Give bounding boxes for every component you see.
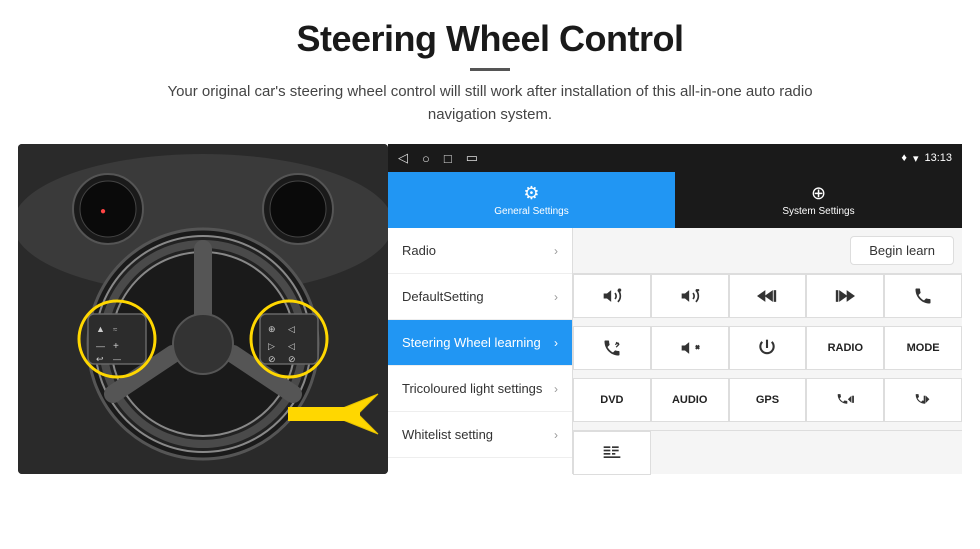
svg-text:↩: ↩ [96,354,104,364]
chevron-icon-default: › [554,290,558,304]
svg-text:—: — [113,355,121,364]
chevron-icon-tricoloured: › [554,382,558,396]
back-nav-icon[interactable]: ◁ [398,150,408,166]
menu-item-tricoloured[interactable]: Tricoloured light settings › [388,366,572,412]
location-icon: ♦ [901,152,907,164]
svg-text:◁: ◁ [288,341,295,351]
status-bar-right: ♦ ▾ 13:13 [901,152,952,165]
phone-button[interactable] [884,274,962,318]
status-time: 13:13 [924,152,952,164]
phone-next-button[interactable] [884,378,962,422]
page-wrapper: Steering Wheel Control Your original car… [0,0,980,549]
buttons-panel: Begin learn [573,228,962,474]
svg-text:—: — [96,341,105,351]
title-divider [470,68,510,71]
buttons-row-top: Begin learn [573,228,962,274]
radio-label: RADIO [828,342,863,354]
tab-system-label: System Settings [782,206,854,217]
mode-label: MODE [907,342,940,354]
audio-label: AUDIO [672,394,707,406]
last-row [573,430,962,474]
audio-button[interactable]: AUDIO [651,378,729,422]
svg-text:▲: ▲ [96,324,105,334]
wifi-icon: ▾ [913,152,919,165]
svg-text:▷: ▷ [268,341,275,351]
power-button[interactable] [729,326,807,370]
chevron-icon-steering: › [554,336,558,350]
phone-prev-button[interactable] [806,378,884,422]
menu-item-radio[interactable]: Radio › [388,228,572,274]
dvd-button[interactable]: DVD [573,378,651,422]
chevron-icon-whitelist: › [554,428,558,442]
menu-item-default-label: DefaultSetting [402,289,484,304]
menu-item-tricoloured-label: Tricoloured light settings [402,381,542,396]
gps-label: GPS [756,394,779,406]
menu-item-steering-wheel[interactable]: Steering Wheel learning › [388,320,572,366]
tab-system-settings[interactable]: ⊕ System Settings [675,172,962,228]
page-subtitle: Your original car's steering wheel contr… [150,81,830,126]
next-track-button[interactable] [806,274,884,318]
svg-text:⊕: ⊕ [268,324,276,334]
header-section: Steering Wheel Control Your original car… [0,0,980,134]
list-button[interactable] [573,431,651,475]
recents-nav-icon[interactable]: □ [444,151,452,166]
mode-button[interactable]: MODE [884,326,962,370]
mute-button[interactable] [651,326,729,370]
menu-item-radio-label: Radio [402,243,436,258]
gear-settings-icon: ⚙ [523,183,539,204]
prev-track-button[interactable] [729,274,807,318]
status-bar-left: ◁ ○ □ ▭ [398,150,478,166]
settings-menu: Radio › DefaultSetting › Steering Wheel … [388,228,573,474]
begin-learn-area: Begin learn [764,236,963,265]
svg-text:+: + [113,341,119,352]
menu-item-whitelist[interactable]: Whitelist setting › [388,412,572,458]
car-image-section: ▲ — ↩ ≈ + — ⊕ ◁ ▷ ◁ ⊘ ⊘ ● [18,144,388,474]
menu-item-default-setting[interactable]: DefaultSetting › [388,274,572,320]
svg-text:●: ● [100,206,106,217]
svg-text:≈: ≈ [113,325,118,334]
radio-button[interactable]: RADIO [806,326,884,370]
page-title: Steering Wheel Control [40,18,940,60]
screenshot-nav-icon[interactable]: ▭ [466,150,478,166]
tab-bar: ⚙ General Settings ⊕ System Settings [388,172,962,228]
begin-learn-button[interactable]: Begin learn [850,236,954,265]
main-content: ▲ — ↩ ≈ + — ⊕ ◁ ▷ ◁ ⊘ ⊘ ● [0,144,980,549]
home-nav-icon[interactable]: ○ [422,151,430,166]
vol-down-button[interactable] [651,274,729,318]
svg-text:◁: ◁ [288,324,295,334]
android-ui: ◁ ○ □ ▭ ♦ ▾ 13:13 ⚙ General Settings [388,144,962,474]
tab-general-settings[interactable]: ⚙ General Settings [388,172,675,228]
settings-panel: Radio › DefaultSetting › Steering Wheel … [388,228,962,474]
icon-grid: RADIO MODE DVD AUDIO GPS [573,274,962,430]
dvd-label: DVD [600,394,623,406]
svg-text:⊘: ⊘ [288,354,296,364]
menu-item-whitelist-label: Whitelist setting [402,427,493,442]
menu-item-steering-label: Steering Wheel learning [402,335,541,350]
chevron-icon-radio: › [554,244,558,258]
vol-up-button[interactable] [573,274,651,318]
status-bar: ◁ ○ □ ▭ ♦ ▾ 13:13 [388,144,962,172]
tab-general-label: General Settings [494,206,569,217]
svg-text:⊘: ⊘ [268,354,276,364]
gps-button[interactable]: GPS [729,378,807,422]
system-settings-icon: ⊕ [811,183,826,204]
back-call-button[interactable] [573,326,651,370]
